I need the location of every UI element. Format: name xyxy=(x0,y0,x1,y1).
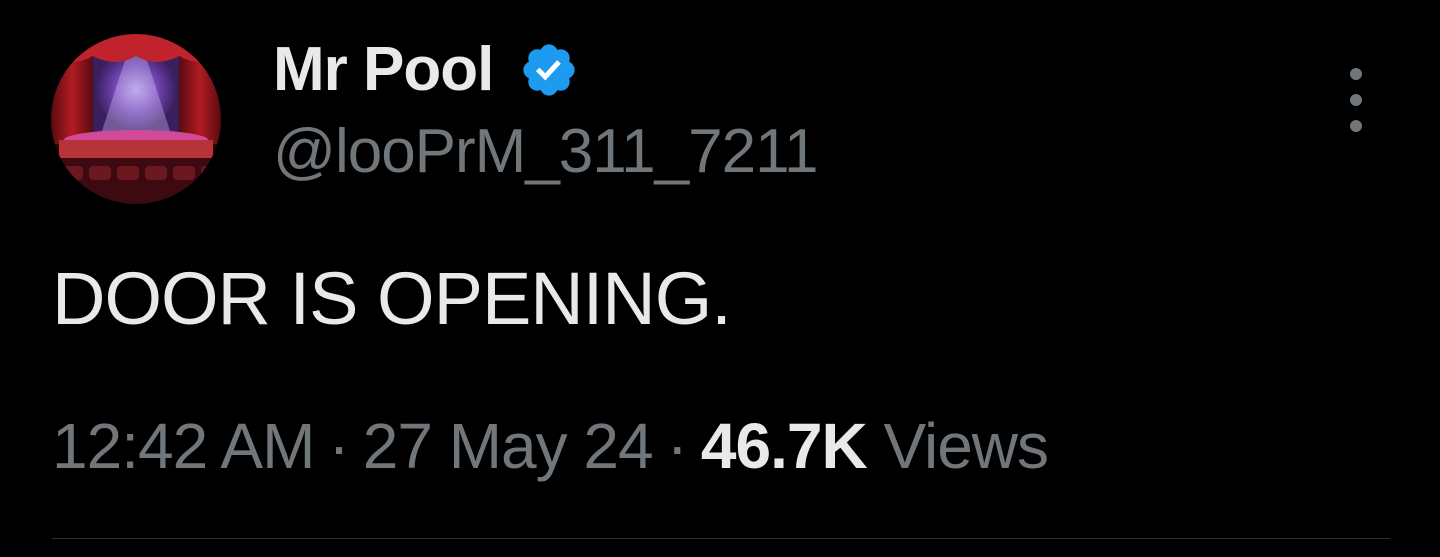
more-dot-icon xyxy=(1350,120,1362,132)
meta-separator: · xyxy=(328,410,349,482)
views-count[interactable]: 46.7K xyxy=(701,410,868,482)
divider xyxy=(52,538,1390,539)
author-handle[interactable]: @looPrM_311_7211 xyxy=(273,117,818,186)
views-label: Views xyxy=(883,410,1049,482)
tweet-meta: 12:42 AM · 27 May 24 · 46.7K Views xyxy=(52,408,1049,485)
avatar[interactable] xyxy=(51,34,221,204)
tweet-card: Mr Pool @looPrM_311_7211 DOOR IS OPENING… xyxy=(0,0,1440,557)
meta-separator: · xyxy=(666,410,688,482)
author-name-row: Mr Pool xyxy=(273,30,579,110)
more-dot-icon xyxy=(1350,68,1362,80)
more-dot-icon xyxy=(1350,94,1362,106)
display-name[interactable]: Mr Pool xyxy=(273,39,494,101)
verified-badge-icon[interactable] xyxy=(519,40,579,100)
more-options-button[interactable] xyxy=(1340,68,1372,132)
tweet-date[interactable]: 27 May 24 xyxy=(363,410,654,482)
tweet-time[interactable]: 12:42 AM xyxy=(52,410,315,482)
theater-stage-icon xyxy=(51,34,221,204)
tweet-text: DOOR IS OPENING. xyxy=(52,257,732,340)
